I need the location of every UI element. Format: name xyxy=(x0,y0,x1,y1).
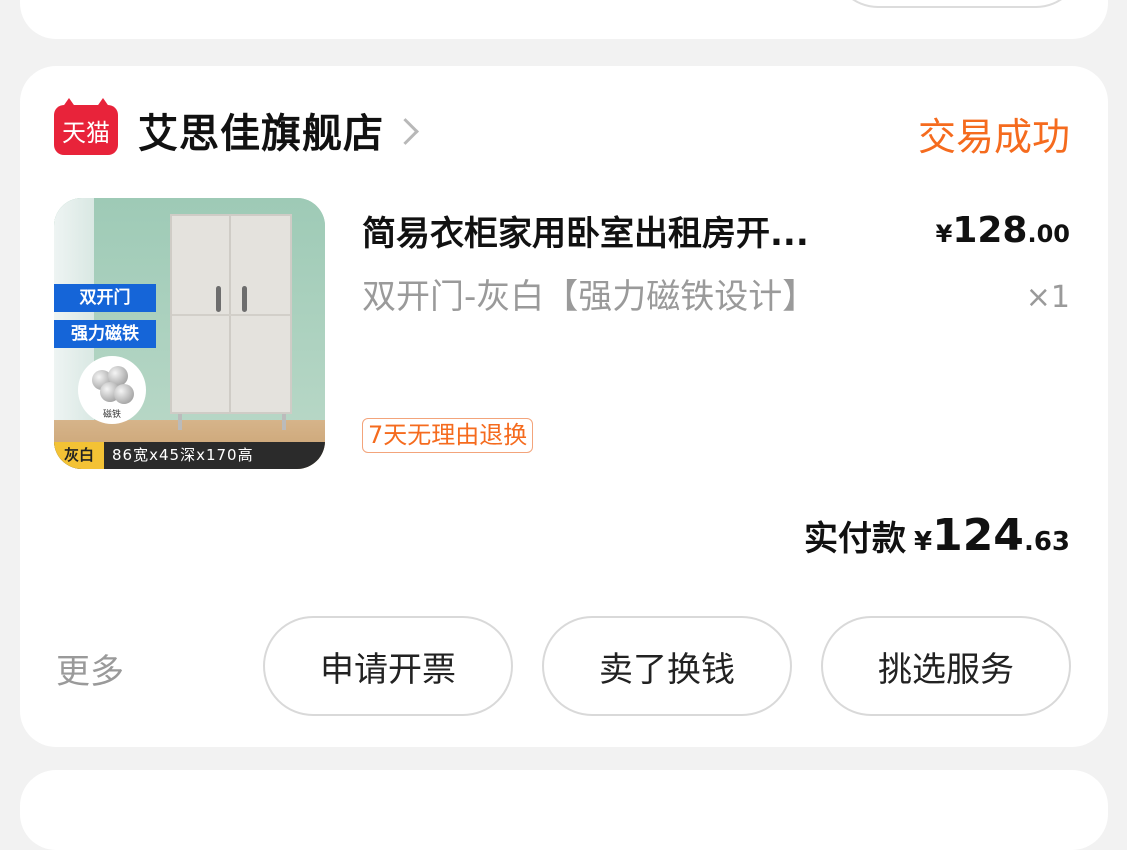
wardrobe-handle-left xyxy=(216,286,221,312)
product-image[interactable]: 双开门 强力磁铁 磁铁 灰白 86宽x45深x170高 xyxy=(54,198,325,469)
magnet-label: 磁铁 xyxy=(102,410,121,420)
chevron-right-icon[interactable] xyxy=(392,117,419,145)
price-currency: ¥ xyxy=(935,220,953,248)
magnet-icon: 磁铁 xyxy=(78,356,146,424)
next-order-card xyxy=(20,770,1108,850)
product-price: ¥128.00 xyxy=(936,210,1070,251)
wardrobe-illustration xyxy=(170,214,292,414)
order-status: 交易成功 xyxy=(917,115,1070,159)
previous-order-card xyxy=(20,0,1108,39)
image-tag-magnet: 强力磁铁 xyxy=(54,320,156,348)
tmall-badge-text: 天猫 xyxy=(62,118,110,147)
tmall-logo-icon: 天猫 xyxy=(54,98,118,155)
image-dimensions: 86宽x45深x170高 xyxy=(112,446,254,464)
product-quantity: ×1 xyxy=(1025,280,1070,315)
image-tag-double-door: 双开门 xyxy=(54,284,156,312)
product-title[interactable]: 简易衣柜家用卧室出租房开... xyxy=(362,206,918,255)
price-decimal: .00 xyxy=(1027,220,1070,248)
wardrobe-handle-right xyxy=(242,286,247,312)
previous-order-action-button[interactable] xyxy=(832,0,1082,8)
order-card: 天猫 艾思佳旗舰店 交易成功 双开门 强力磁铁 磁铁 灰白 86宽x45深x17… xyxy=(20,66,1108,747)
image-color-chip: 灰白 xyxy=(54,442,105,469)
return-policy-badge: 7天无理由退换 xyxy=(362,418,534,453)
price-integer: 128 xyxy=(952,210,1028,251)
wardrobe-leg xyxy=(178,414,182,430)
request-invoice-button[interactable]: 申请开票 xyxy=(263,616,513,716)
wardrobe-divider xyxy=(172,314,290,316)
amount-paid-integer: 124 xyxy=(932,510,1024,561)
amount-paid-decimal: .63 xyxy=(1023,527,1070,557)
resell-button[interactable]: 卖了换钱 xyxy=(542,616,792,716)
magnet-disc xyxy=(114,384,134,404)
choose-service-button[interactable]: 挑选服务 xyxy=(821,616,1071,716)
product-variant: 双开门-灰白【强力磁铁设计】 xyxy=(362,277,817,317)
more-button[interactable]: 更多 xyxy=(56,644,124,693)
amount-paid-currency: ¥ xyxy=(913,527,933,557)
store-header[interactable]: 天猫 艾思佳旗舰店 xyxy=(54,98,419,160)
store-name[interactable]: 艾思佳旗舰店 xyxy=(138,101,384,159)
wardrobe-leg xyxy=(282,414,286,430)
amount-paid-label: 实付款 xyxy=(803,519,906,559)
image-info-bar: 灰白 86宽x45深x170高 xyxy=(54,442,325,469)
amount-paid: 实付款 ¥124.63 xyxy=(804,510,1070,561)
